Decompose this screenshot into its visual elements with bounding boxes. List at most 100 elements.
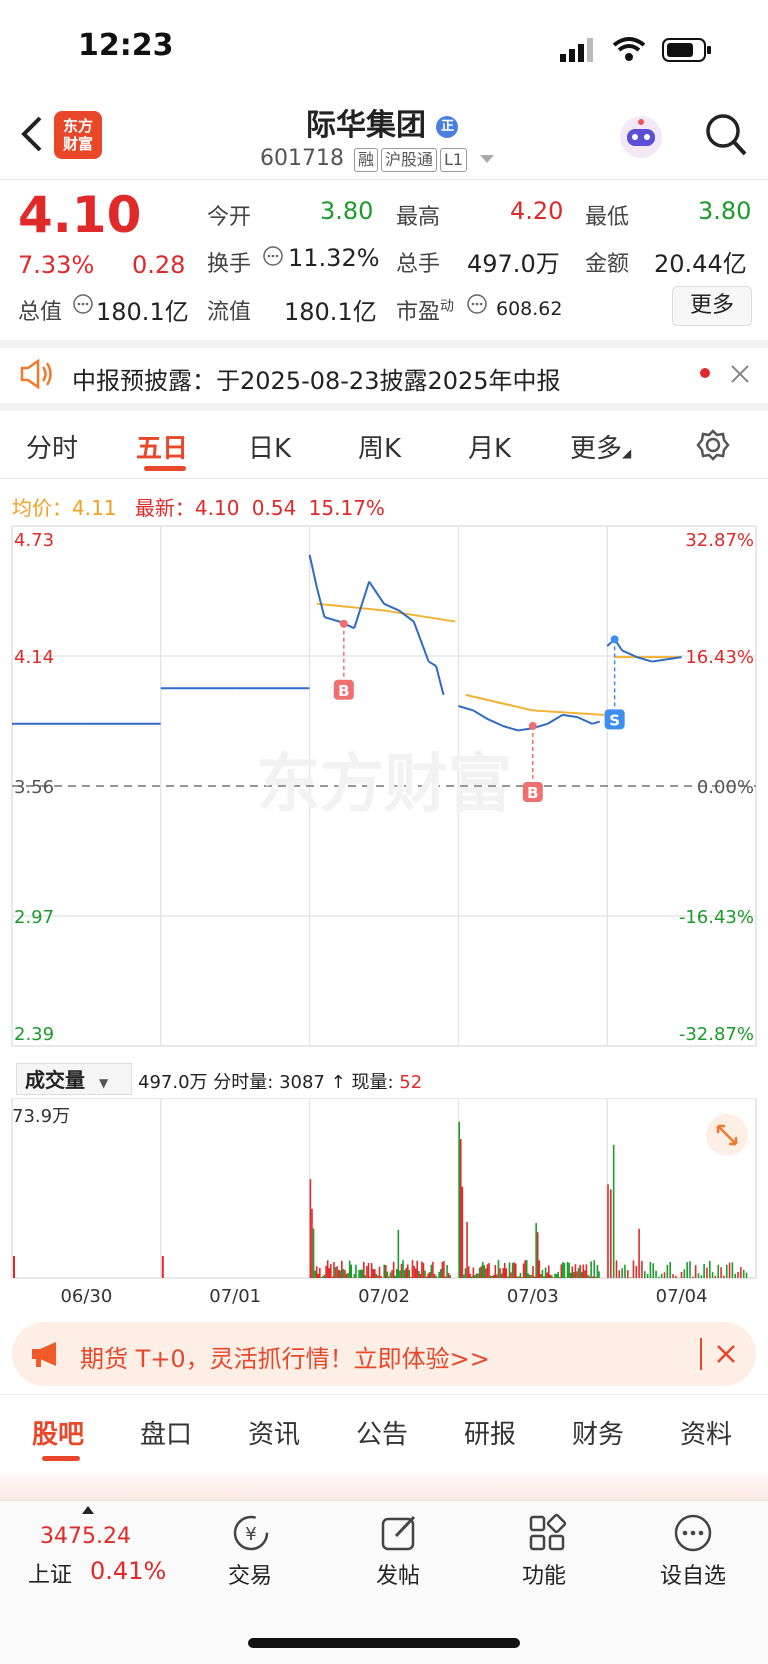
volume-bar [524,1260,526,1278]
function-icon[interactable] [526,1512,568,1558]
tab-week-k[interactable]: 周K [358,428,401,465]
tab-day-k[interactable]: 日K [248,428,291,465]
volume-bar [435,1276,437,1278]
tab-guba[interactable]: 股吧 [32,1414,84,1451]
back-icon[interactable] [18,114,44,158]
promo-close-icon[interactable] [716,1344,736,1368]
volume-chart[interactable]: 06/3007/0107/0207/0307/04 [0,1098,768,1308]
volume-bar [485,1268,487,1278]
volume-bar [394,1276,396,1278]
trade-label[interactable]: 交易 [228,1558,272,1590]
volume-bar [319,1268,321,1278]
info-icon[interactable] [72,293,94,319]
info-icon[interactable] [466,293,488,319]
volume-frame [12,1098,756,1278]
tab-more[interactable]: 更多◢ [570,428,631,465]
tab-active-indicator [144,466,186,471]
expand-icon[interactable] [706,1114,748,1156]
info-icon[interactable] [262,245,284,271]
volume-bar [737,1272,739,1278]
volume-bar [424,1270,426,1278]
trade-marker-label: S [609,711,620,729]
index-value[interactable]: 3475.24 [40,1524,131,1549]
volume-bar [504,1263,506,1278]
volume-bar [360,1270,362,1278]
y-axis-pct-label: 32.87% [685,530,754,551]
y-axis-tick-label: 3.56 [14,777,54,798]
volume-bar [387,1272,389,1278]
volume-bar [446,1265,448,1278]
volume-bar [554,1274,556,1278]
tab-ziliao[interactable]: 资料 [680,1414,732,1451]
watchlist-icon[interactable] [672,1512,714,1558]
volume-bar [495,1265,497,1278]
tab-month-k[interactable]: 月K [468,428,511,465]
tab-zixun[interactable]: 资讯 [248,1414,300,1451]
index-up-arrow [82,1506,94,1514]
volume-bar [350,1265,352,1278]
volume-bar [560,1264,562,1278]
volume-bar [314,1271,316,1278]
volume-selector[interactable]: 成交量▼ [16,1063,132,1095]
volume-bar [567,1262,569,1278]
settings-icon[interactable] [696,428,730,466]
volume-bar [365,1275,367,1278]
volume-bar [597,1265,599,1278]
y-axis-tick-label: 2.97 [14,907,54,928]
y-axis-tick-label: 4.73 [14,530,54,551]
volume-bar [448,1273,450,1278]
volume-bar [473,1267,475,1278]
app-logo: 东方财富 [54,111,102,159]
volume-bar [377,1276,379,1278]
volume-bar [510,1272,512,1278]
volume-bar [684,1269,686,1278]
volume-bar [616,1260,618,1278]
turnover-label: 换手 [207,246,251,278]
volume-bar [413,1266,415,1278]
robot-assistant-icon[interactable] [618,114,664,164]
promo-banner[interactable]: 期货 T+0，灵活抓行情！立即体验>> [12,1322,756,1386]
index-name[interactable]: 上证 [28,1557,72,1589]
volume-bar [746,1273,748,1278]
volume-bar [335,1267,337,1278]
close-icon[interactable] [730,364,750,388]
volume-bar [479,1268,481,1278]
volume-bar [528,1273,530,1278]
tab-pankou[interactable]: 盘口 [140,1414,192,1451]
tab-yanbao[interactable]: 研报 [464,1414,516,1451]
search-icon[interactable] [704,112,748,162]
volume-bar [354,1274,356,1278]
volume-bar [506,1268,508,1278]
post-label[interactable]: 发帖 [376,1558,420,1590]
volume-bar [363,1262,365,1278]
tab-caiwu[interactable]: 财务 [572,1414,624,1451]
stock-code-row[interactable]: 601718 融沪股通L1 [260,146,494,172]
volume-bar [734,1274,736,1278]
volume-bar [717,1265,719,1278]
volume-bar [638,1229,640,1278]
post-icon[interactable] [378,1512,420,1558]
more-button[interactable]: 更多 [672,286,752,326]
volume-bar [465,1268,467,1278]
volume-bar [517,1277,519,1278]
volume-bar [333,1262,335,1278]
float-label: 流值 [207,294,251,326]
watchlist-label[interactable]: 设自选 [660,1558,726,1590]
volume-bar [480,1266,482,1278]
volume-bar [328,1268,330,1278]
y-axis-tick-label: 2.39 [14,1024,54,1045]
volume-bar [462,1187,464,1278]
volume-bar [570,1273,572,1278]
volume-bar [355,1265,357,1278]
volume-bar [586,1264,588,1278]
volume-bar [431,1265,433,1278]
tab-wuri[interactable]: 五日 [136,428,188,465]
trade-icon[interactable]: ¥ [230,1512,272,1558]
index-pct[interactable]: 0.41% [90,1557,166,1585]
tab-gonggao[interactable]: 公告 [356,1414,408,1451]
tab-fenshi[interactable]: 分时 [26,428,78,465]
notice-text[interactable]: 中报预披露：于2025-08-23披露2025年中报 [72,361,561,396]
price-chart[interactable]: 4.7332.87%4.1416.43%3.560.00%2.97-16.43%… [0,520,768,1070]
volume-bar [531,1275,533,1278]
function-label[interactable]: 功能 [522,1558,566,1590]
